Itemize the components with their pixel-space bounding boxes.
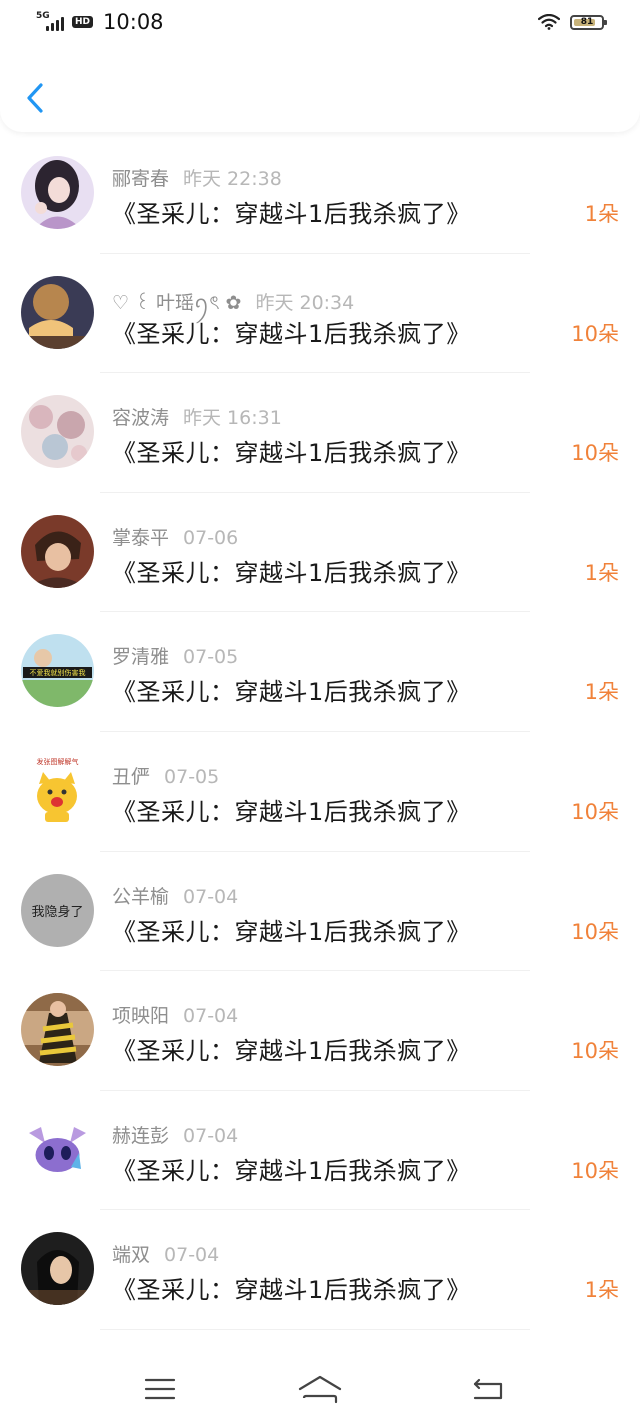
back-icon (473, 1378, 503, 1400)
gift-date: 07-04 (183, 1005, 239, 1028)
book-title: 《圣采儿：穿越斗1后我杀疯了》 (112, 1037, 471, 1066)
flower-count: 10朵 (571, 1158, 619, 1183)
sender-name: ♡ ꒰ 叶瑶ꪆৎ ✿ (112, 291, 242, 314)
list-item[interactable]: 容波涛 昨天 16:31 《圣采儿：穿越斗1后我杀疯了》 10朵 (0, 373, 640, 493)
battery-level: 81 (580, 17, 594, 27)
flower-count: 10朵 (571, 441, 619, 466)
avatar: 不爱我就别伤害我 (21, 634, 94, 708)
gift-date: 07-04 (183, 1124, 239, 1147)
header-bar: 5G HD 10:08 81 (0, 0, 640, 132)
flower-count: 10朵 (571, 321, 619, 346)
gift-date: 昨天 16:31 (183, 407, 282, 430)
menu-icon (144, 1378, 176, 1400)
list-item[interactable]: 掌泰平 07-06 《圣采儿：穿越斗1后我杀疯了》 1朵 (0, 493, 640, 613)
avatar (21, 993, 94, 1067)
gift-date: 07-05 (164, 765, 220, 788)
sender-name: 项映阳 (112, 1005, 170, 1028)
network-type: 5G (36, 11, 50, 21)
sender-name: 公羊榆 (112, 885, 170, 908)
avatar-caption: 不爱我就别伤害我 (30, 668, 86, 677)
avatar (21, 395, 94, 469)
book-title: 《圣采儿：穿越斗1后我杀疯了》 (112, 1276, 471, 1305)
avatar: 发张图解解气 (21, 753, 94, 827)
list-item[interactable]: 端双 07-04 《圣采儿：穿越斗1后我杀疯了》 1朵 (0, 1210, 640, 1330)
gift-date: 07-05 (183, 646, 239, 669)
list-item[interactable]: 发张图解解气 丑俨 07-05 《圣采儿：穿越斗1后我杀疯了》 10朵 (0, 732, 640, 852)
home-icon (298, 1375, 342, 1404)
home-button[interactable] (290, 1369, 350, 1409)
avatar-caption: 发张图解解气 (37, 757, 79, 766)
list-item[interactable]: ♡ ꒰ 叶瑶ꪆৎ ✿ 昨天 20:34 《圣采儿：穿越斗1后我杀疯了》 10朵 (0, 254, 640, 374)
avatar (21, 275, 94, 349)
recent-apps-button[interactable] (130, 1369, 190, 1409)
book-title: 《圣采儿：穿越斗1后我杀疯了》 (112, 678, 471, 707)
flower-count: 1朵 (584, 680, 619, 705)
book-title: 《圣采儿：穿越斗1后我杀疯了》 (112, 439, 471, 468)
book-title: 《圣采儿：穿越斗1后我杀疯了》 (112, 797, 471, 826)
gift-date: 昨天 20:34 (255, 291, 355, 314)
gift-date: 07-04 (183, 885, 239, 908)
sender-name: 掌泰平 (112, 526, 170, 549)
sender-name: 赫连彭 (112, 1124, 170, 1147)
wifi-icon (538, 14, 560, 30)
sender-name: 罗清雅 (112, 646, 170, 669)
avatar (21, 1112, 94, 1186)
flower-gift-list: 郦寄春 昨天 22:38 《圣采儿：穿越斗1后我杀疯了》 1朵 ♡ ꒰ 叶瑶ꪆৎ … (0, 134, 640, 1330)
flower-count: 1朵 (584, 202, 619, 226)
hd-badge: HD (72, 16, 94, 28)
gift-date: 07-04 (164, 1244, 220, 1267)
list-item[interactable]: 郦寄春 昨天 22:38 《圣采儿：穿越斗1后我杀疯了》 1朵 (0, 134, 640, 254)
flower-count: 1朵 (584, 560, 619, 585)
flower-count: 10朵 (571, 799, 619, 824)
book-title: 《圣采儿：穿越斗1后我杀疯了》 (112, 558, 471, 587)
flower-count: 10朵 (571, 919, 619, 944)
list-item[interactable]: 项映阳 07-04 《圣采儿：穿越斗1后我杀疯了》 10朵 (0, 971, 640, 1091)
list-item[interactable]: 不爱我就别伤害我 罗清雅 07-05 《圣采儿：穿越斗1后我杀疯了》 1朵 (0, 612, 640, 732)
sender-name: 郦寄春 (112, 168, 170, 190)
sender-name: 丑俨 (112, 765, 151, 788)
flower-count: 10朵 (571, 1039, 619, 1064)
sender-name: 端双 (112, 1244, 151, 1267)
flower-count: 1朵 (584, 1278, 619, 1303)
system-nav-bar (0, 1345, 640, 1427)
status-bar: 5G HD 10:08 81 (0, 0, 640, 48)
avatar (21, 156, 94, 229)
battery-icon: 81 (570, 14, 607, 30)
book-title: 《圣采儿：穿越斗1后我杀疯了》 (112, 1156, 471, 1185)
sender-name: 容波涛 (112, 407, 170, 430)
avatar: 我隐身了 (21, 873, 94, 947)
list-item[interactable]: 赫连彭 07-04 《圣采儿：穿越斗1后我杀疯了》 10朵 (0, 1091, 640, 1211)
list-item[interactable]: 我隐身了 公羊榆 07-04 《圣采儿：穿越斗1后我杀疯了》 10朵 (0, 852, 640, 972)
gift-date: 07-06 (183, 526, 239, 549)
book-title: 《圣采儿：穿越斗1后我杀疯了》 (112, 200, 471, 228)
status-time: 10:08 (103, 10, 164, 34)
chevron-left-icon (27, 83, 43, 113)
signal-icon: 5G (36, 11, 64, 31)
avatar (21, 514, 94, 588)
avatar-caption: 我隐身了 (31, 904, 83, 920)
back-button[interactable] (18, 76, 52, 120)
book-title: 《圣采儿：穿越斗1后我杀疯了》 (112, 319, 471, 348)
avatar (21, 1232, 94, 1306)
divider (100, 1328, 530, 1330)
gift-date: 昨天 22:38 (183, 168, 282, 190)
book-title: 《圣采儿：穿越斗1后我杀疯了》 (112, 917, 471, 946)
back-nav-button[interactable] (458, 1369, 518, 1409)
